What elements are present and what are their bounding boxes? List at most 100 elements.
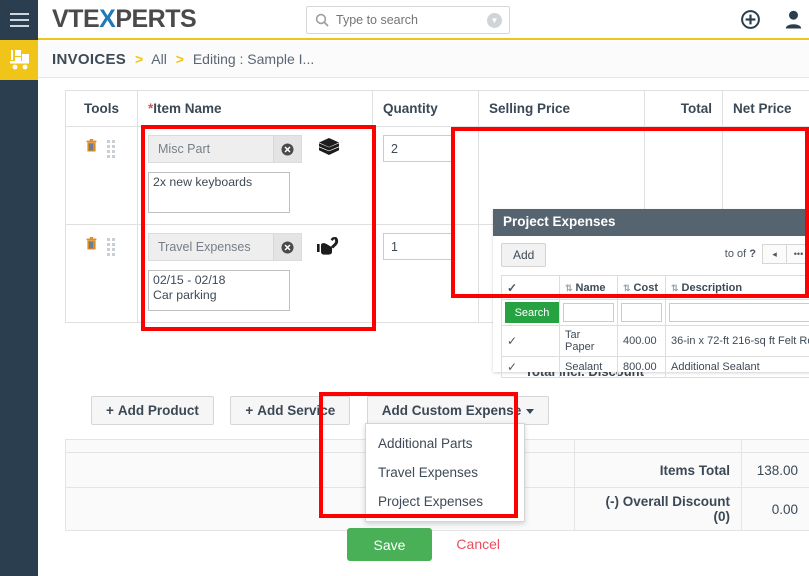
row-quantity-cell (372, 224, 479, 323)
column-header-description[interactable]: ⇅ Description (665, 275, 809, 300)
expenses-filter-row: Search (501, 299, 809, 326)
drag-handle-icon[interactable] (106, 237, 117, 257)
add-custom-expense-button[interactable]: Add Custom Expense (366, 396, 550, 425)
totals-spacer-cell (741, 439, 809, 453)
app-logo[interactable]: VTEXPERTS (52, 5, 197, 34)
row-cost-cell: 400.00 (617, 325, 666, 357)
clear-item-icon[interactable] (273, 234, 301, 260)
select-all-checkbox[interactable]: ✓ (507, 281, 517, 295)
logo-text-left: VTE (52, 5, 100, 33)
package-icon[interactable] (317, 137, 341, 161)
breadcrumb: INVOICES > All > Editing : Sample I... (52, 51, 314, 68)
filter-name-input[interactable] (563, 303, 614, 322)
hamburger-bar (9, 25, 29, 27)
column-header-item-name-label: Item Name (153, 101, 222, 116)
search-input[interactable] (334, 7, 474, 33)
item-name-field-wrap (148, 135, 302, 163)
column-header-name-label: Name (575, 281, 606, 294)
project-expenses-popup: Project Expenses ✖ Add to of ? ◂ ••• ▸ (493, 209, 809, 378)
menu-item-additional-parts[interactable]: Additional Parts (366, 429, 524, 458)
logo-text-right: PERTS (115, 5, 197, 33)
item-description-input[interactable]: 2x new keyboards (148, 172, 290, 213)
filter-description-cell (665, 299, 809, 326)
row-checkbox[interactable]: ✓ (507, 360, 517, 374)
row-name-cell: Tar Paper (559, 325, 618, 357)
logo-text-x: X (99, 5, 116, 33)
popup-header: Project Expenses ✖ (493, 209, 809, 236)
filter-cost-input[interactable] (621, 303, 662, 322)
item-description-input[interactable]: 02/15 - 02/18 Car parking (148, 270, 290, 311)
add-service-button[interactable]: + Add Service (230, 396, 351, 425)
hamburger-bar (9, 19, 29, 21)
items-total-label: Items Total (574, 452, 742, 488)
quick-create-button[interactable] (740, 10, 760, 30)
breadcrumb-link-all[interactable]: All (151, 51, 167, 67)
search-button-cell: Search (501, 299, 560, 326)
row-item-name-cell: 02/15 - 02/18 Car parking (137, 224, 373, 323)
add-custom-expense-label: Add Custom Expense (381, 403, 522, 418)
app-root: VTEXPERTS ▼ (0, 0, 809, 576)
table-row: ✓ Sealant 800.00 Additional Sealant (501, 356, 809, 378)
totals-spacer-cell (574, 439, 742, 453)
column-header-item-name: *Item Name (137, 90, 373, 127)
add-service-label: Add Service (257, 403, 336, 418)
quantity-input[interactable] (383, 135, 455, 162)
top-bar: VTEXPERTS ▼ (38, 0, 809, 40)
pagination-controls: to of ? ◂ ••• ▸ (725, 244, 809, 264)
main-content: Tools *Item Name Quantity Selling Price … (38, 78, 809, 576)
row-select-cell: ✓ (501, 356, 560, 378)
add-expense-button[interactable]: Add (501, 243, 547, 267)
column-header-name[interactable]: ⇅ Name (559, 275, 618, 300)
row-checkbox[interactable]: ✓ (507, 334, 517, 348)
cancel-link[interactable]: Cancel (456, 528, 500, 561)
menu-item-travel-expenses[interactable]: Travel Expenses (366, 458, 524, 487)
add-product-label: Add Product (117, 403, 199, 418)
hamburger-bar (9, 13, 29, 15)
expenses-table: ✓ ⇅ Name ⇅ Cost ⇅ Description Search ✓ T… (501, 275, 809, 378)
row-item-name-cell: 2x new keyboards (137, 126, 373, 225)
expenses-header-row: ✓ ⇅ Name ⇅ Cost ⇅ Description (501, 275, 809, 300)
delete-row-icon[interactable] (86, 237, 97, 253)
drag-handle-icon[interactable] (106, 139, 117, 159)
overall-discount-value: 0.00 (741, 487, 809, 531)
breadcrumb-module[interactable]: INVOICES (52, 51, 126, 68)
save-button[interactable]: Save (346, 528, 432, 561)
menu-item-project-expenses[interactable]: Project Expenses (366, 487, 524, 516)
plus-circle-icon (740, 10, 760, 29)
filter-description-input[interactable] (669, 303, 809, 322)
pagination-of: of (737, 248, 747, 260)
column-header-quantity: Quantity (372, 90, 479, 127)
search-icon (315, 13, 329, 27)
row-description-cell: Additional Sealant (665, 356, 809, 378)
add-product-button[interactable]: + Add Product (91, 396, 214, 425)
sidebar-item-inventory-cart[interactable] (0, 40, 38, 80)
user-icon (785, 10, 801, 29)
user-menu-button[interactable] (783, 10, 803, 30)
service-hand-wrench-icon[interactable] (316, 235, 341, 259)
search-button[interactable]: Search (505, 302, 559, 323)
row-select-cell: ✓ (501, 325, 560, 357)
sort-icon: ⇅ (671, 282, 679, 293)
row-cost-cell: 800.00 (617, 356, 666, 378)
caret-down-icon (526, 408, 535, 414)
global-search[interactable]: ▼ (306, 6, 510, 34)
table-row: ✓ Tar Paper 400.00 36-in x 72-ft 216-sq … (501, 325, 809, 357)
column-header-cost[interactable]: ⇅ Cost (617, 275, 666, 300)
breadcrumb-separator: > (134, 51, 144, 67)
breadcrumb-separator: > (175, 51, 184, 67)
column-header-net-price: Net Price (722, 90, 809, 127)
delete-row-icon[interactable] (86, 139, 97, 155)
plus-icon: + (245, 403, 254, 418)
row-quantity-cell (372, 126, 479, 225)
pagination-prev-button[interactable]: ◂ (762, 244, 787, 264)
pagination-count: ? (749, 248, 756, 260)
menu-toggle-button[interactable] (0, 0, 38, 40)
chevron-down-icon[interactable]: ▼ (487, 13, 502, 28)
shopping-cart-icon (10, 50, 29, 70)
clear-item-icon[interactable] (273, 136, 301, 162)
quantity-input[interactable] (383, 233, 455, 260)
column-header-select-all: ✓ (501, 275, 560, 300)
column-header-cost-label: Cost (633, 281, 658, 294)
pagination-more-button[interactable]: ••• (786, 244, 809, 264)
column-header-total: Total (644, 90, 723, 127)
